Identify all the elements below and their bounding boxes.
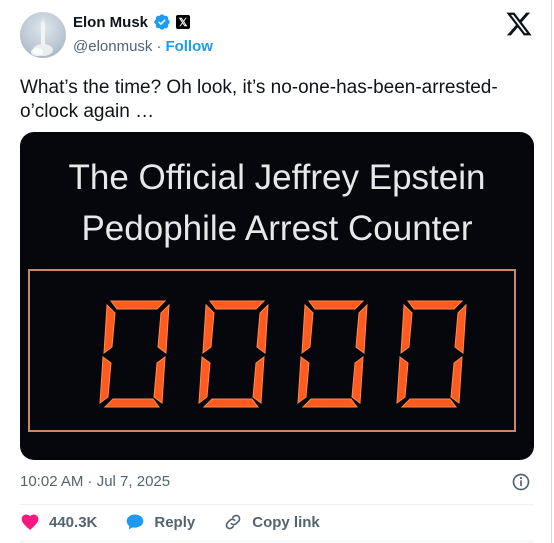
digit-segment (99, 356, 112, 405)
author-name[interactable]: Elon Musk (73, 14, 148, 31)
handle-row: @elonmusk · Follow (73, 38, 213, 55)
tweet-text: What’s the time? Oh look, it’s no-one-ha… (20, 77, 498, 122)
digit-segment (256, 303, 269, 354)
reply-label: Reply (154, 513, 196, 531)
counter-digit-4 (396, 300, 467, 408)
heart-icon (21, 514, 39, 530)
separator-dot: · (156, 38, 162, 55)
action-bar: 440.3K Reply Copy link (20, 512, 348, 532)
follow-button[interactable]: Follow (165, 38, 213, 55)
digit-segment (454, 303, 467, 354)
digit-segment (351, 355, 364, 404)
digit-segment (400, 398, 457, 408)
image-title-line-2: Pedophile Arrest Counter (81, 209, 473, 248)
arrest-counter (28, 269, 516, 432)
tweet-card: Elon Musk 𝕏 @elonmusk · Follow What’s th… (0, 0, 552, 543)
reply-bubble-icon (127, 514, 144, 530)
tweet-timestamp[interactable]: 10:02 AM · Jul 7, 2025 (20, 473, 170, 490)
digit-segment (202, 303, 215, 355)
counter-digit-2 (198, 300, 269, 408)
digit-segment (110, 300, 167, 310)
like-button[interactable]: 440.3K (20, 512, 97, 532)
x-affiliation-icon: 𝕏 (176, 15, 191, 29)
info-icon[interactable] (511, 472, 531, 492)
copy-link-button[interactable]: Copy link (223, 512, 320, 532)
digit-segment (198, 356, 211, 405)
digit-segment (308, 300, 365, 310)
digit-segment (396, 356, 409, 405)
digit-segment (400, 303, 413, 355)
image-title-line-1: The Official Jeffrey Epstein (68, 158, 486, 197)
author-name-row: Elon Musk 𝕏 (73, 13, 191, 31)
avatar[interactable] (20, 12, 66, 58)
x-logo-icon[interactable] (505, 10, 533, 38)
digit-segment (157, 303, 170, 354)
digit-segment (252, 355, 265, 404)
digit-segment (450, 355, 463, 404)
tweet-image[interactable]: The Official Jeffrey Epstein Pedophile A… (20, 132, 534, 460)
digit-segment (355, 303, 368, 354)
digit-segment (153, 355, 166, 404)
counter-digit-1 (99, 300, 170, 408)
digit-segment (209, 300, 266, 310)
digit-segment (202, 398, 259, 408)
author-handle[interactable]: @elonmusk (73, 38, 152, 55)
counter-digit-3 (297, 300, 368, 408)
image-title: The Official Jeffrey Epstein Pedophile A… (20, 152, 534, 254)
digit-segment (301, 303, 314, 355)
digit-segment (407, 300, 464, 310)
link-icon (225, 514, 241, 530)
digit-segment (103, 303, 116, 355)
digit-segment (301, 398, 358, 408)
verified-badge-icon (154, 14, 170, 30)
digit-segment (103, 398, 160, 408)
like-count: 440.3K (49, 513, 98, 531)
copy-link-label: Copy link (252, 513, 320, 531)
reply-button[interactable]: Reply (125, 512, 195, 532)
divider (20, 504, 534, 505)
digit-segment (297, 356, 310, 405)
